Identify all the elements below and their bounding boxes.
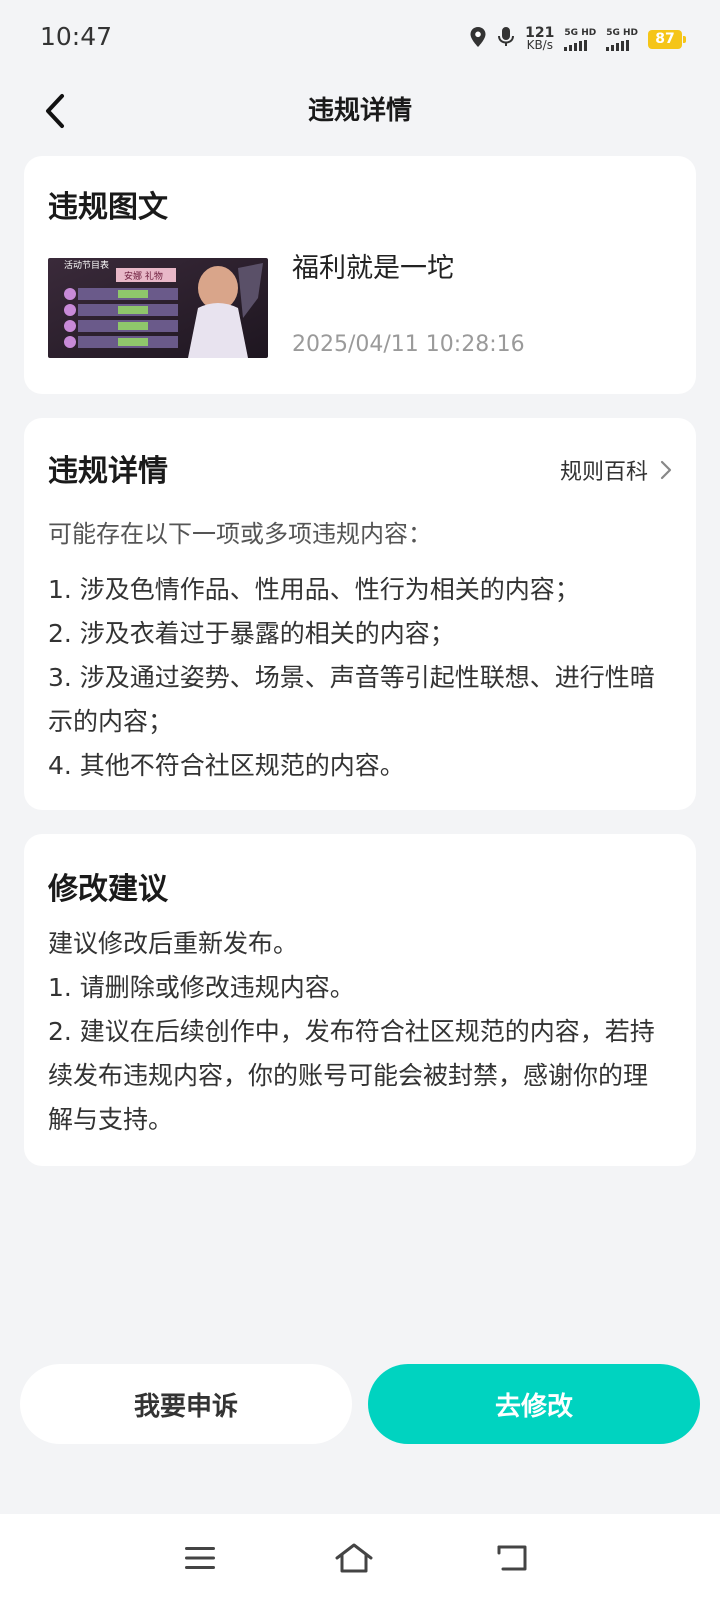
net-speed-unit: KB/s xyxy=(526,38,553,52)
detail-intro: 可能存在以下一项或多项违规内容： xyxy=(48,520,432,548)
net-speed: 121 KB/s xyxy=(525,26,554,52)
list-item: 2. 涉及衣着过于暴露的相关的内容； xyxy=(48,619,455,648)
back-icon xyxy=(497,1545,527,1571)
menu-icon xyxy=(185,1547,215,1569)
signal-icon-2: 5G HD xyxy=(606,28,638,51)
status-icons: 121 KB/s 5G HD 5G HD 87 xyxy=(469,22,686,56)
suggestion-line: 1. 请删除或修改违规内容。 xyxy=(48,973,355,1002)
sim2-label: 5G HD xyxy=(606,27,638,38)
post-time: 2025/04/11 10:28:16 xyxy=(292,332,525,357)
signal-icon: 5G HD xyxy=(564,28,596,51)
card-title-post: 违规图文 xyxy=(48,190,168,225)
home-button[interactable] xyxy=(332,1536,376,1580)
violation-post-card: 违规图文 活动节目表 安娜 礼物 福利就是一坨 2025/04/11 10:28… xyxy=(24,156,696,394)
battery-icon: 87 xyxy=(648,29,686,49)
post-title: 福利就是一坨 xyxy=(292,253,454,284)
suggestion-body: 建议修改后重新发布。 1. 请删除或修改违规内容。 2. 建议在后续创作中，发布… xyxy=(48,922,672,1142)
thumbnail-banner-text: 安娜 礼物 xyxy=(124,270,163,282)
modify-button[interactable]: 去修改 xyxy=(368,1364,700,1444)
appeal-button[interactable]: 我要申诉 xyxy=(20,1364,352,1444)
chevron-right-icon xyxy=(660,460,672,480)
rule-link-label: 规则百科 xyxy=(559,460,648,485)
post-thumbnail[interactable]: 活动节目表 安娜 礼物 xyxy=(48,258,268,358)
home-icon xyxy=(335,1543,373,1573)
location-icon xyxy=(469,26,487,52)
card-title-suggest: 修改建议 xyxy=(48,872,168,907)
violation-detail-card: 违规详情 规则百科 可能存在以下一项或多项违规内容： 1. 涉及色情作品、性用品… xyxy=(24,418,696,810)
list-item: 3. 涉及通过姿势、场景、声音等引起性联想、进行性暗示的内容； xyxy=(48,663,655,736)
page-title: 违规详情 xyxy=(307,96,412,126)
list-item: 4. 其他不符合社区规范的内容。 xyxy=(48,751,405,780)
suggestion-line: 2. 建议在后续创作中，发布符合社区规范的内容，若持续发布违规内容，你的账号可能… xyxy=(48,1017,655,1134)
sim1-label: 5G HD xyxy=(564,27,597,38)
back-system-button[interactable] xyxy=(490,1536,534,1580)
suggestion-card: 修改建议 建议修改后重新发布。 1. 请删除或修改违规内容。 2. 建议在后续创… xyxy=(24,834,696,1166)
status-bar: 10:47 121 KB/s 5G HD 5G HD 87 xyxy=(0,0,720,76)
rule-encyclopedia-link[interactable]: 规则百科 xyxy=(560,454,672,486)
card-title-detail: 违规详情 xyxy=(48,454,168,489)
nav-header: 违规详情 xyxy=(0,76,720,156)
suggestion-line: 建议修改后重新发布。 xyxy=(48,929,299,958)
system-nav-bar xyxy=(0,1514,720,1600)
rule-list: 1. 涉及色情作品、性用品、性行为相关的内容； 2. 涉及衣着过于暴露的相关的内… xyxy=(48,568,672,788)
microphone-icon xyxy=(497,26,515,52)
menu-button[interactable] xyxy=(178,1536,222,1580)
list-item: 1. 涉及色情作品、性用品、性行为相关的内容； xyxy=(48,575,580,604)
thumbnail-event-text: 活动节目表 xyxy=(64,259,109,271)
status-time: 10:47 xyxy=(40,22,113,51)
